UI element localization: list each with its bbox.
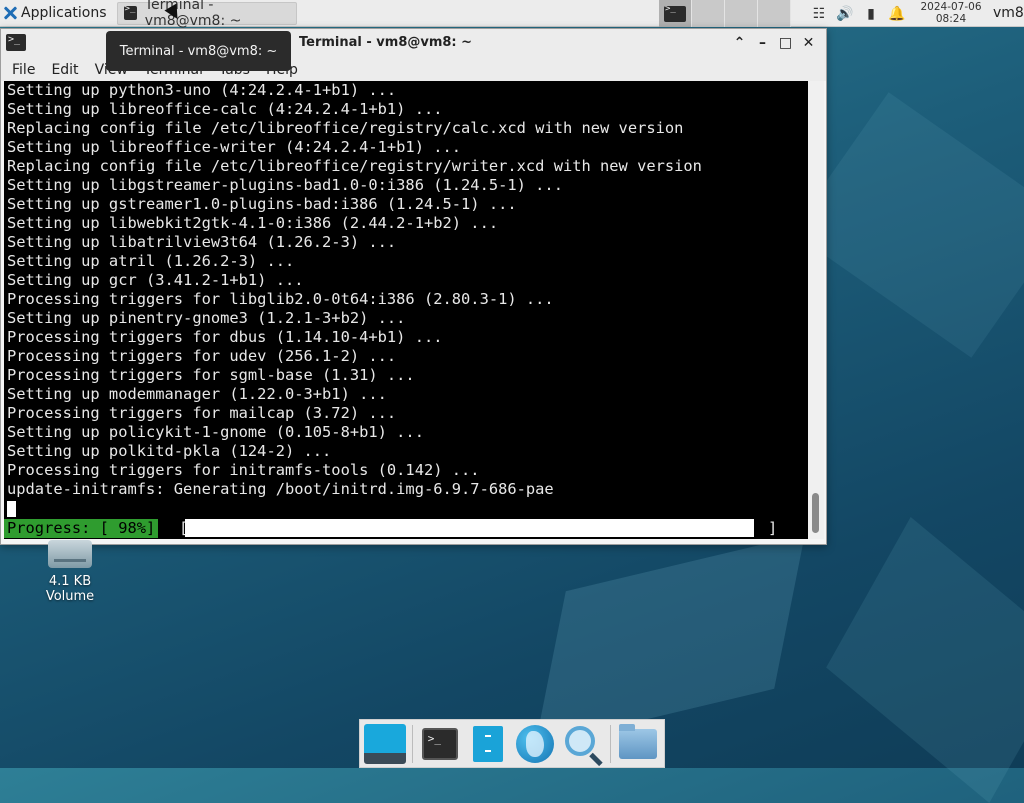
text-cursor [7,500,16,517]
volume-size: 4.1 KB [48,574,92,589]
panel-clock[interactable]: 2024-07-06 08:24 [914,1,988,25]
xfce-logo-icon [3,6,17,20]
wallpaper-shard [535,534,805,746]
terminal-icon [421,727,458,760]
dock-separator [411,724,413,763]
progress-label: Progress: [ 98%] [4,519,159,538]
workspace-2[interactable] [692,0,725,27]
terminal-line: Replacing config file /etc/libreoffice/r… [7,157,702,175]
app-finder-launcher[interactable] [561,722,605,766]
terminal-icon [664,4,686,22]
terminal-line: Setting up atril (1.26.2-3) ... [7,252,295,270]
shade-button[interactable]: ⌃ [728,33,751,53]
file-cabinet-icon [472,725,503,762]
terminal-output[interactable]: Setting up python3-uno (4:24.2.4-1+b1) .… [4,81,808,539]
top-panel: Applications Terminal - vm8@vm8: ~ ☷ 🔊 ▮… [0,0,1024,29]
drive-icon [48,540,92,568]
taskbar-tooltip: Terminal - vm8@vm8: ~ [106,31,291,71]
terminal-line: Setting up modemmanager (1.22.0-3+b1) ..… [7,385,387,403]
terminal-line: Processing triggers for initramfs-tools … [7,461,480,479]
terminal-line: Setting up policykit-1-gnome (0.105-8+b1… [7,423,424,441]
home-folder-icon [619,723,658,759]
show-desktop-icon [363,723,406,764]
workspace-3[interactable] [725,0,758,27]
terminal-icon [6,34,26,51]
terminal-line: Setting up libreoffice-calc (4:24.2.4-1+… [7,100,443,118]
wallpaper-shard [826,517,1024,803]
applications-menu-button[interactable]: Applications [0,0,111,27]
file-manager-launcher[interactable] [466,722,510,766]
terminal-line: Setting up python3-uno (4:24.2.4-1+b1) .… [7,81,397,99]
clock-time: 08:24 [935,13,967,25]
clock-date: 2024-07-06 [920,1,982,13]
workspace-switcher [659,0,791,27]
desktop-volume-icon[interactable]: 4.1 KB Volume [30,540,110,604]
taskbar-terminal-button[interactable]: Terminal - vm8@vm8: ~ [116,0,297,29]
terminal-line: Setting up pinentry-gnome3 (1.2.1-3+b2) … [7,309,406,327]
volume-label: Volume [45,589,95,604]
window-controls: ⌃ – □ ✕ [728,33,820,53]
terminal-line: Processing triggers for dbus (1.14.10-4+… [7,328,443,346]
terminal-lines: Setting up python3-uno (4:24.2.4-1+b1) .… [4,81,808,518]
show-desktop-button[interactable] [363,722,407,766]
terminal-cursor-line [7,499,808,518]
home-folder-launcher[interactable] [616,722,660,766]
dock-separator [610,724,612,763]
terminal-launcher[interactable] [418,722,462,766]
terminal-line: update-initramfs: Generating /boot/initr… [7,480,554,498]
terminal-line: Processing triggers for udev (256.1-2) .… [7,347,397,365]
maximize-button[interactable]: □ [774,33,797,53]
apt-progress-row: Progress: [ 98%] [ ] [4,518,808,539]
scrollbar-thumb[interactable] [812,493,819,533]
terminal-line: Setting up libreoffice-writer (4:24.2.4-… [7,138,462,156]
system-tray: ☷ 🔊 ▮ 🔔 [806,0,910,27]
terminal-scrollbar[interactable] [808,81,824,539]
terminal-line: Processing triggers for mailcap (3.72) .… [7,404,397,422]
web-browser-launcher[interactable] [513,722,557,766]
close-button[interactable]: ✕ [797,33,820,53]
terminal-line: Setting up libwebkit2gtk-4.1-0:i386 (2.4… [7,214,499,232]
terminal-line: Setting up libatrilview3t64 (1.26.2-3) .… [7,233,397,251]
terminal-line: Setting up libgstreamer-plugins-bad1.0-0… [7,176,563,194]
terminal-window: Terminal - vm8@vm8: ~ ⌃ – □ ✕ File Edit … [0,28,827,545]
terminal-line: Setting up gstreamer1.0-plugins-bad:i386… [7,195,517,213]
power-manager-icon[interactable]: ▮ [862,5,880,23]
workspace-1[interactable] [659,0,692,27]
terminal-icon [123,4,137,20]
notifications-bell-icon[interactable]: 🔔 [888,5,906,23]
minimize-button[interactable]: – [751,33,774,53]
terminal-line: Processing triggers for sgml-base (1.31)… [7,366,415,384]
menu-file[interactable]: File [4,62,43,78]
bottom-dock [359,719,665,768]
progress-bar [185,519,754,537]
terminal-line: Processing triggers for libglib2.0-0t64:… [7,290,554,308]
web-browser-globe-icon [516,724,555,763]
progress-bracket-close: ] [768,519,778,537]
user-menu[interactable]: vm8 [993,5,1024,21]
terminal-line: Replacing config file /etc/libreoffice/r… [7,119,684,137]
network-icon[interactable]: ☷ [810,5,828,23]
window-title: Terminal - vm8@vm8: ~ [299,35,473,50]
menu-edit[interactable]: Edit [43,62,86,78]
workspace-4[interactable] [758,0,791,27]
applications-label: Applications [21,5,107,21]
terminal-line: Setting up gcr (3.41.2-1+b1) ... [7,271,304,289]
app-finder-search-icon [565,725,596,756]
terminal-line: Setting up polkitd-pkla (124-2) ... [7,442,332,460]
volume-icon[interactable]: 🔊 [836,5,854,23]
